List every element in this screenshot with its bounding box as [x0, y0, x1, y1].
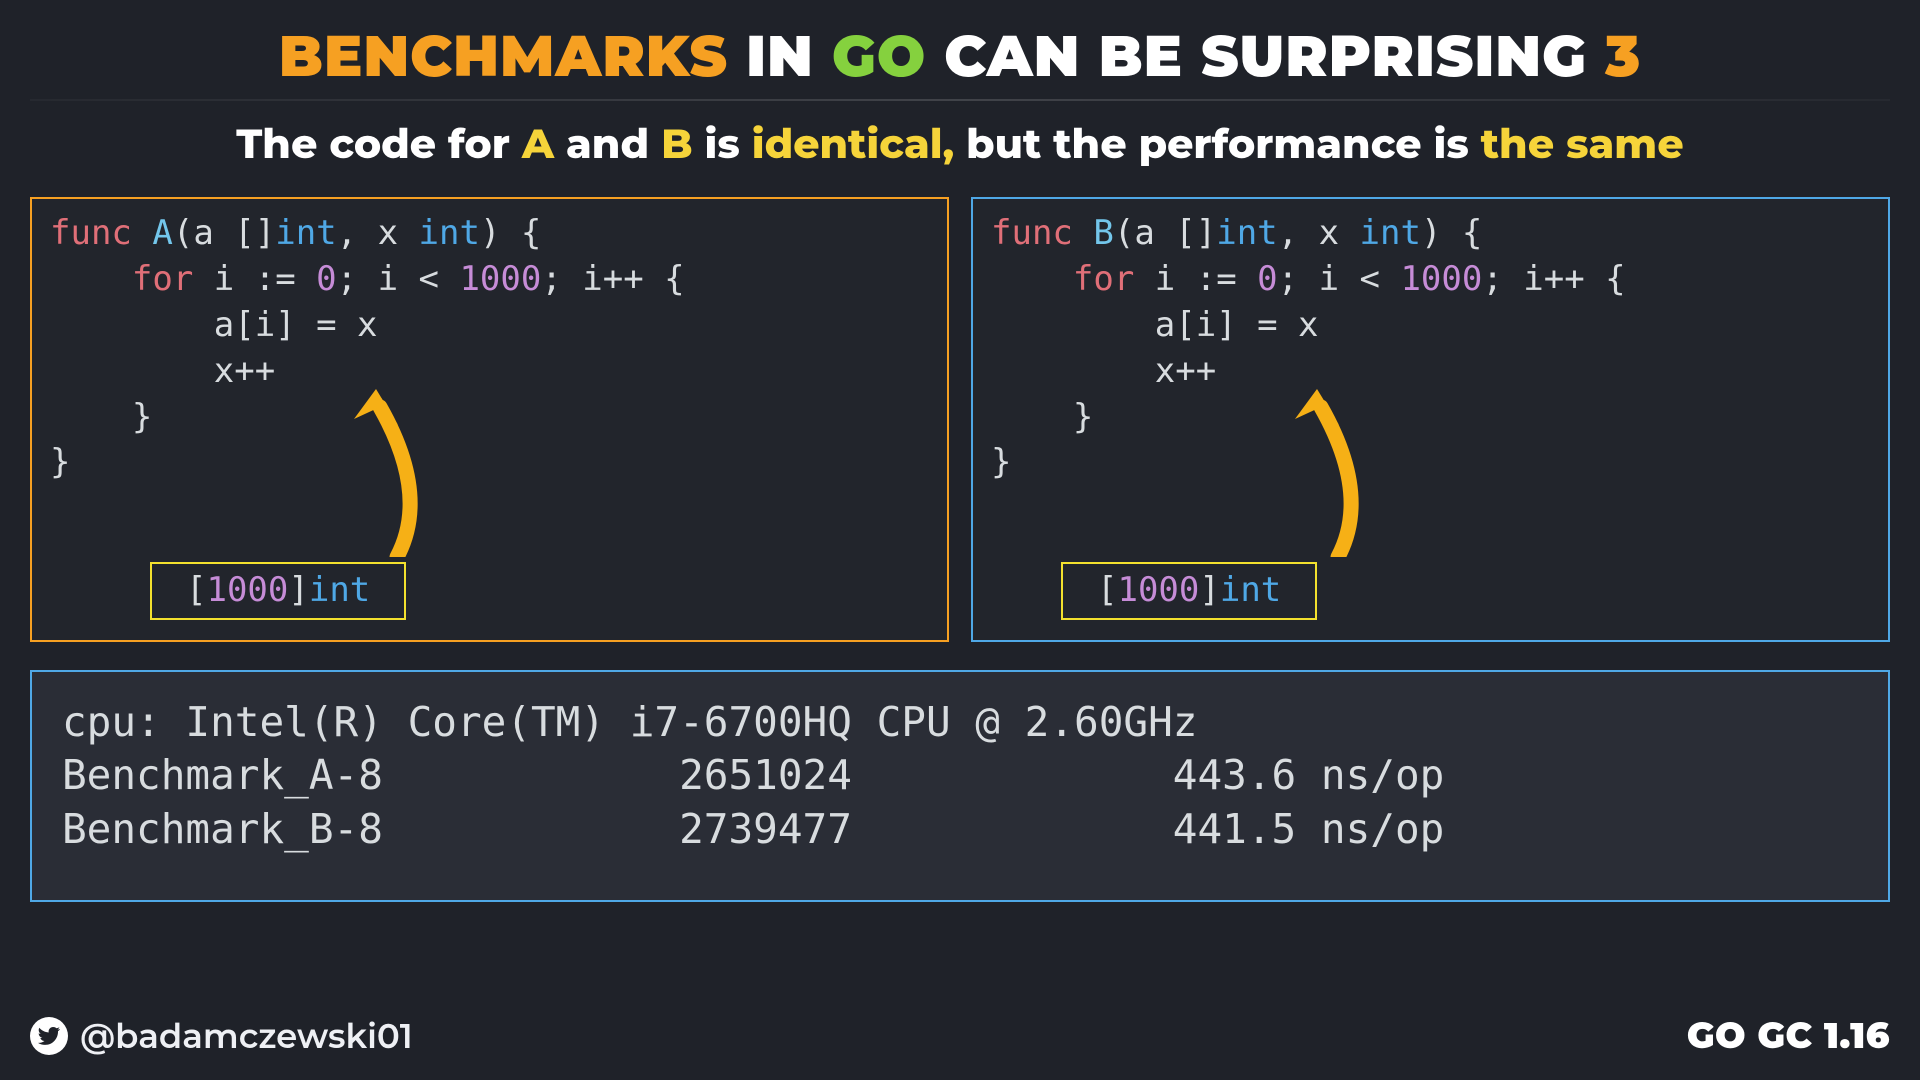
type-badge-b: [1000]int — [1061, 562, 1317, 620]
twitter-icon — [30, 1017, 68, 1055]
type-badge-a: [1000]int — [150, 562, 406, 620]
version-label: GO GC 1.16 — [1687, 1014, 1890, 1058]
twitter-handle-text: @badamczewski01 — [80, 1015, 413, 1057]
title-number: 3 — [1605, 22, 1641, 91]
footer: @badamczewski01 GO GC 1.16 — [30, 1014, 1890, 1058]
title-word-rest: CAN BE SURPRISING — [944, 22, 1587, 91]
benchmark-output: cpu: Intel(R) Core(TM) i7-6700HQ CPU @ 2… — [30, 670, 1890, 902]
twitter-handle: @badamczewski01 — [30, 1015, 413, 1057]
bench-cpu-line: cpu: Intel(R) Core(TM) i7-6700HQ CPU @ 2… — [62, 698, 1197, 746]
title-word-benchmarks: BENCHMARKS — [279, 22, 728, 91]
arrow-icon — [342, 385, 442, 557]
bench-row-a: Benchmark_A-8 2651024 443.6 ns/op — [62, 751, 1444, 799]
title-word-go: GO — [832, 22, 926, 91]
code-panels: func A(a []int, x int) { for i := 0; i <… — [30, 197, 1890, 642]
bench-row-b: Benchmark_B-8 2739477 441.5 ns/op — [62, 805, 1444, 853]
divider — [30, 99, 1890, 101]
code-panel-b: func B(a []int, x int) { for i := 0; i <… — [971, 197, 1890, 642]
title-word-in: IN — [746, 22, 814, 91]
subtitle: The code for A and B is identical, but t… — [0, 119, 1920, 169]
arrow-icon — [1283, 385, 1383, 557]
slide-title: BENCHMARKS IN GO CAN BE SURPRISING 3 — [0, 0, 1920, 99]
code-panel-a: func A(a []int, x int) { for i := 0; i <… — [30, 197, 949, 642]
